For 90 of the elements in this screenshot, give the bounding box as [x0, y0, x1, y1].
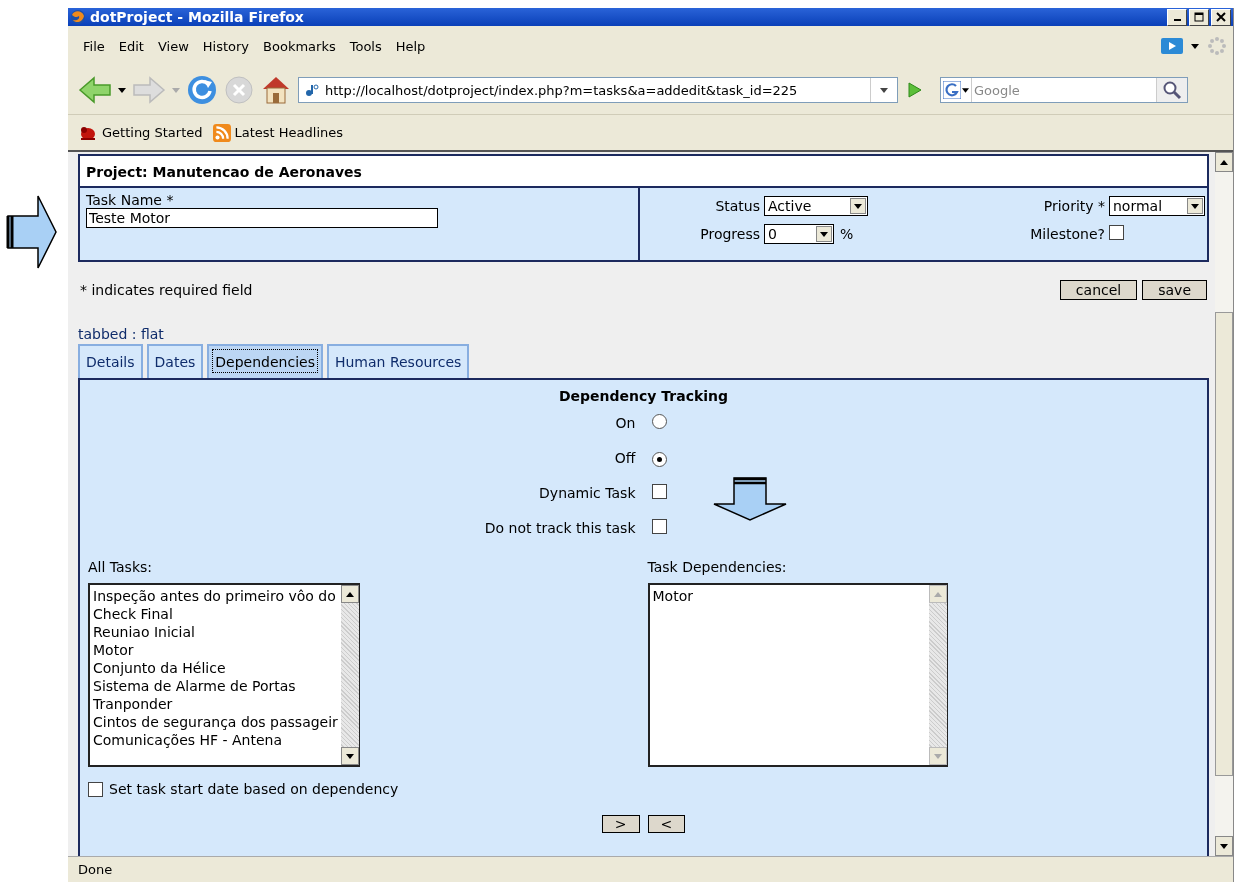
task-list[interactable]: Inspeção antes do primeiro vôo do Check Final Reuniao Inicial Motor Conjunto da Hélice Sistema de Alarme de Portas Tranponder Cintos de segurança dos passageir Comunicações HF - Antena	[88, 583, 360, 767]
move-button[interactable]: <	[647, 815, 686, 833]
view-mode-link[interactable]: tabbed : flat	[78, 326, 1209, 342]
progress-select[interactable]: 0	[764, 224, 834, 244]
firefox-logo-icon	[70, 9, 86, 25]
media-icon[interactable]	[1161, 38, 1183, 54]
back-icon[interactable]	[78, 75, 112, 105]
scroll-up-icon	[933, 591, 942, 597]
checkbox-label: Dynamic Task	[538, 485, 636, 501]
radio-label: On	[614, 415, 636, 431]
menu-item[interactable]: Tools	[346, 38, 385, 54]
maximize-icon	[1194, 12, 1204, 22]
radio-button[interactable]	[651, 414, 667, 429]
checkbox-label: Do not track this task	[483, 520, 636, 536]
list-item[interactable]: Comunicações HF - Antena	[93, 731, 338, 749]
menu-item[interactable]: Bookmarks	[260, 38, 339, 54]
section-title: Dependency Tracking	[557, 388, 730, 404]
scroll-down-icon[interactable]	[1220, 843, 1228, 849]
menu-item[interactable]: History	[199, 38, 253, 54]
priority-label: Priority *	[1042, 198, 1105, 214]
scroll-up-icon[interactable]	[1220, 159, 1228, 165]
task-name-field[interactable]: Teste Motor	[86, 208, 438, 228]
status-select[interactable]: Active	[764, 196, 868, 216]
list-item[interactable]: Check Final	[93, 605, 338, 623]
bookmark-item[interactable]: Latest Headlines	[212, 123, 344, 142]
required-note: * indicates required field	[80, 282, 253, 298]
progress-label: Progress	[699, 226, 760, 242]
radio-label: Off	[613, 450, 636, 466]
start-date-checkbox[interactable]	[88, 782, 103, 797]
list-label: Task Dependencies:	[647, 559, 788, 575]
list-item[interactable]: Motor	[652, 587, 926, 605]
menu-item[interactable]: File	[80, 38, 108, 54]
checkbox[interactable]	[651, 519, 667, 534]
tab[interactable]: Dates	[146, 344, 204, 378]
list-item[interactable]: Cintos de segurança dos passageir	[93, 713, 338, 731]
list-item[interactable]: Inspeção antes do primeiro vôo do	[93, 587, 338, 605]
caret-icon[interactable]	[118, 87, 126, 93]
menu-item[interactable]: Edit	[115, 38, 147, 54]
milestone-checkbox[interactable]	[1109, 225, 1124, 240]
move-button[interactable]: >	[601, 815, 640, 833]
action-button[interactable]: save	[1142, 280, 1207, 300]
list-label: All Tasks:	[88, 559, 154, 575]
checkbox[interactable]	[651, 484, 667, 499]
scroll-up-icon[interactable]	[345, 591, 354, 597]
close-icon	[1216, 12, 1226, 22]
forward-icon	[132, 75, 166, 105]
tab[interactable]: Dependencies	[207, 344, 323, 378]
caret-icon[interactable]	[1191, 43, 1199, 49]
milestone-label: Milestone?	[1029, 226, 1105, 242]
down-arrow-icon	[712, 476, 788, 522]
search-field[interactable]: Google	[940, 77, 1188, 103]
bookmark-item[interactable]: Getting Started	[78, 123, 203, 142]
close-button[interactable]	[1211, 8, 1231, 26]
list-item[interactable]: Reuniao Inicial	[93, 623, 338, 641]
list-item[interactable]: Motor	[93, 641, 338, 659]
search-icon[interactable]	[1156, 78, 1187, 102]
dependency-list[interactable]: Motor	[647, 583, 948, 767]
action-button[interactable]: cancel	[1059, 280, 1138, 300]
tab[interactable]: Human Resources	[326, 344, 470, 378]
status-label: Status	[714, 198, 760, 214]
status-text: Done	[78, 862, 113, 877]
rss-icon	[212, 123, 231, 142]
caret-icon	[172, 87, 180, 93]
task-name-label: Task Name *	[86, 192, 174, 208]
reload-icon[interactable]	[186, 74, 218, 106]
priority-select[interactable]: normal	[1109, 196, 1205, 216]
stop-icon	[224, 75, 254, 105]
maximize-button[interactable]	[1189, 8, 1209, 26]
list-item[interactable]: Tranponder	[93, 695, 338, 713]
percent-unit: %	[840, 226, 854, 242]
list-item[interactable]: Conjunto da Hélice	[93, 659, 338, 677]
checkbox-label: Set task start date based on dependency	[109, 781, 399, 797]
window-title: dotProject - Mozilla Firefox	[90, 9, 304, 25]
minimize-button[interactable]	[1167, 8, 1187, 26]
menu-item[interactable]: Help	[392, 38, 429, 54]
list-item[interactable]: Sistema de Alarme de Portas	[93, 677, 338, 695]
project-title: Project: Manutencao de Aeronaves	[80, 156, 1207, 188]
right-arrow-icon	[6, 194, 58, 270]
scrollbar[interactable]	[1215, 152, 1233, 856]
menu-item[interactable]: View	[154, 38, 192, 54]
minimize-icon	[1173, 19, 1181, 21]
throbber-icon	[1207, 36, 1227, 56]
scroll-down-icon	[933, 753, 942, 759]
scroll-down-icon[interactable]	[345, 753, 354, 759]
google-logo-icon[interactable]	[941, 78, 972, 102]
scrollbar[interactable]	[340, 585, 359, 765]
tab[interactable]: Details	[78, 344, 143, 378]
page-icon	[305, 83, 319, 97]
address-bar[interactable]: http://localhost/dotproject/index.php?m=tasks&a=addedit&task_id=225	[298, 77, 898, 103]
radio-button[interactable]	[651, 452, 667, 467]
